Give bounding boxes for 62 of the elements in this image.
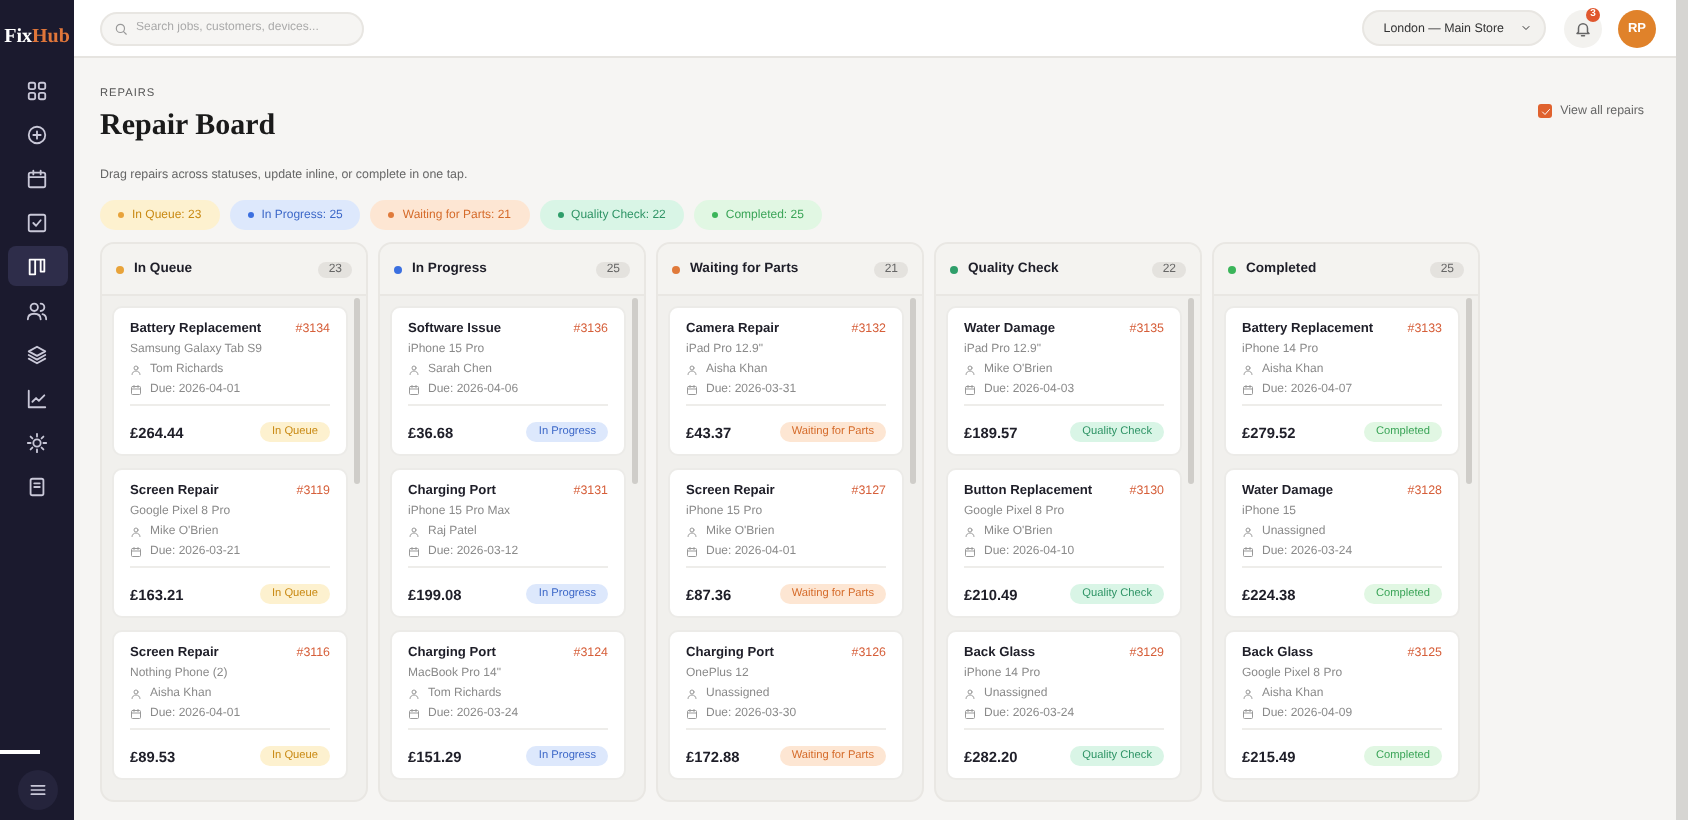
nav-item[interactable] [7,246,67,286]
logo-fix-text: Fix [4,26,32,48]
calendar-icon [686,384,698,396]
calendar-icon [130,708,142,720]
person-icon [408,364,420,376]
chart-icon [26,387,48,409]
calendar-icon [964,546,976,558]
calendar-icon [1242,546,1254,558]
person-icon [408,526,420,538]
calendar-icon [408,708,420,720]
status-dot [672,265,680,273]
grid-icon [26,79,48,101]
calendar-icon [408,546,420,558]
checkbox-icon [26,211,48,233]
page-scrollbar[interactable] [1676,0,1688,820]
calendar-icon [1242,708,1254,720]
scrollbar[interactable] [632,298,638,484]
calendar-icon [1242,384,1254,396]
calendar-icon [686,708,698,720]
checkbox[interactable] [1538,104,1553,118]
menu-icon [27,780,47,800]
scrollbar[interactable] [354,298,360,484]
person-icon [964,526,976,538]
document-icon [26,475,48,497]
status-dot [394,265,402,273]
person-icon [686,688,698,700]
person-icon [1242,364,1254,376]
board-icon [26,255,48,277]
calendar-icon [964,708,976,720]
person-icon [1242,688,1254,700]
search-icon [114,21,128,35]
calendar-icon [964,384,976,396]
layers-icon [26,343,48,365]
calendar-icon [130,546,142,558]
status-dot [116,265,124,273]
bell-icon [1574,19,1592,37]
plus-circle-icon [26,123,48,145]
scrollbar[interactable] [1466,298,1472,484]
person-icon [964,364,976,376]
person-icon [130,688,142,700]
status-dot [950,265,958,273]
person-icon [408,688,420,700]
person-icon [686,364,698,376]
calendar-icon [130,384,142,396]
scrollbar[interactable] [1188,298,1194,484]
status-dot [1228,265,1236,273]
person-icon [686,526,698,538]
calendar-icon [408,384,420,396]
logo-hub-text: Hub [31,26,70,48]
chevron-down-icon [1520,22,1532,34]
page-title: Repair Board [100,110,276,144]
users-icon [26,299,48,321]
person-icon [130,364,142,376]
person-icon [1242,526,1254,538]
menu-button[interactable] [17,770,57,810]
person-icon [964,688,976,700]
checkmark-icon [1539,105,1552,117]
scrollbar[interactable] [910,298,916,484]
person-icon [130,526,142,538]
calendar-icon [26,167,48,189]
sun-icon [26,431,48,453]
calendar-icon [686,546,698,558]
